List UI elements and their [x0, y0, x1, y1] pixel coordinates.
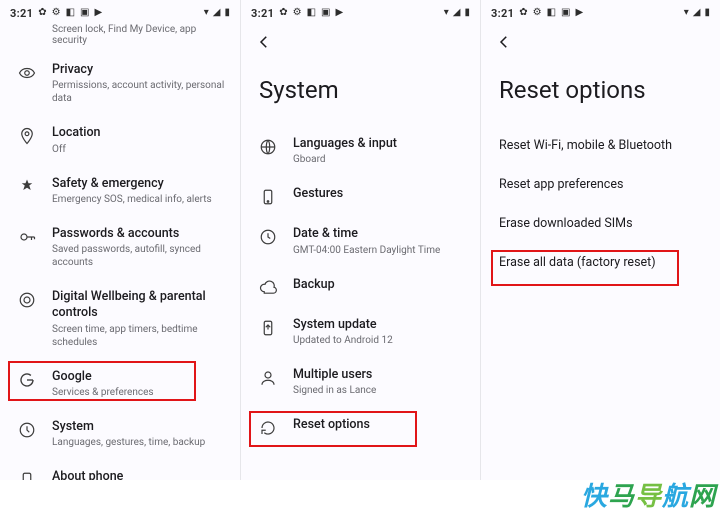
system-row-languages[interactable]: Languages & input Gboard	[241, 126, 480, 176]
wifi-icon: ▾	[204, 8, 209, 18]
row-title: Languages & input	[293, 136, 466, 152]
status-icon: ▶	[576, 8, 584, 18]
page-title: System	[241, 58, 480, 126]
google-icon	[18, 371, 36, 389]
backup-icon	[259, 279, 277, 297]
system-icon	[18, 421, 36, 439]
system-row-datetime[interactable]: Date & time GMT-04:00 Eastern Daylight T…	[241, 216, 480, 266]
row-subtitle: Off	[52, 143, 226, 156]
row-title: Digital Wellbeing & parental controls	[52, 289, 226, 322]
watermark: 快马导航网	[581, 476, 716, 513]
passwords-icon	[18, 228, 36, 246]
row-subtitle: Saved passwords, autofill, synced accoun…	[52, 243, 226, 269]
signal-icon: ◢	[213, 8, 221, 18]
row-title: Gestures	[293, 186, 466, 202]
row-subtitle: Permissions, account activity, personal …	[52, 79, 226, 105]
gestures-icon	[259, 188, 277, 206]
row-subtitle: Screen time, app timers, bedtime schedul…	[52, 323, 226, 349]
status-icon: ✿	[519, 8, 527, 18]
reset-row-wifi[interactable]: Reset Wi-Fi, mobile & Bluetooth	[481, 126, 720, 165]
status-icon: ▶	[336, 8, 344, 18]
settings-row-location[interactable]: Location Off	[0, 115, 240, 165]
battery-icon: ▮	[224, 8, 230, 18]
signal-icon: ◢	[453, 8, 461, 18]
row-title: Backup	[293, 277, 466, 293]
row-title: System update	[293, 317, 466, 333]
cutoff-subtitle: Screen lock, Find My Device, app securit…	[0, 24, 240, 52]
pane-reset-options: 3:21 ✿ ⚙ ◧ ▣ ▶ ▾ ◢ ▮ Reset options Reset…	[480, 0, 720, 480]
location-icon	[18, 127, 36, 145]
row-subtitle: Signed in as Lance	[293, 384, 466, 397]
reset-row-sims[interactable]: Erase downloaded SIMs	[481, 204, 720, 243]
row-title: Safety & emergency	[52, 176, 226, 192]
row-subtitle: Languages, gestures, time, backup	[52, 436, 226, 449]
row-title: Multiple users	[293, 367, 466, 383]
settings-row-privacy[interactable]: Privacy Permissions, account activity, p…	[0, 52, 240, 115]
privacy-icon	[18, 64, 36, 82]
row-title: System	[52, 419, 226, 435]
status-icon: ◧	[547, 8, 556, 18]
back-button[interactable]	[255, 33, 273, 51]
update-icon	[259, 319, 277, 337]
row-title: Passwords & accounts	[52, 226, 226, 242]
reset-row-app-prefs[interactable]: Reset app preferences	[481, 165, 720, 204]
status-icon: ▶	[95, 8, 103, 18]
languages-icon	[259, 138, 277, 156]
wellbeing-icon	[18, 291, 36, 309]
pane-system: 3:21 ✿ ⚙ ◧ ▣ ▶ ▾ ◢ ▮ System Languages & …	[240, 0, 480, 480]
status-icon: ✿	[279, 8, 287, 18]
status-icon: ✿	[38, 8, 46, 18]
signal-icon: ◢	[693, 8, 701, 18]
about-icon	[18, 471, 36, 480]
wifi-icon: ▾	[684, 8, 689, 18]
settings-row-about[interactable]: About phone Pixel 4a	[0, 459, 240, 480]
system-row-backup[interactable]: Backup	[241, 267, 480, 307]
battery-icon: ▮	[464, 8, 470, 18]
row-subtitle: Updated to Android 12	[293, 334, 466, 347]
reset-icon	[259, 419, 277, 437]
datetime-icon	[259, 228, 277, 246]
row-title: Reset options	[293, 417, 466, 433]
pane-settings: 3:21 ✿ ⚙ ◧ ▣ ▶ ▾ ◢ ▮ Screen lock, Find M…	[0, 0, 240, 480]
row-subtitle: GMT-04:00 Eastern Daylight Time	[293, 244, 466, 257]
status-icon: ▣	[561, 8, 570, 18]
status-icon: ◧	[307, 8, 316, 18]
system-row-update[interactable]: System update Updated to Android 12	[241, 307, 480, 357]
page-title: Reset options	[481, 58, 720, 126]
row-title: Date & time	[293, 226, 466, 242]
row-title: Privacy	[52, 62, 226, 78]
settings-row-safety[interactable]: Safety & emergency Emergency SOS, medica…	[0, 166, 240, 216]
system-row-reset[interactable]: Reset options	[241, 407, 480, 447]
status-icon: ◧	[66, 8, 75, 18]
status-bar: 3:21 ✿ ⚙ ◧ ▣ ▶ ▾ ◢ ▮	[241, 0, 480, 26]
status-bar: 3:21 ✿ ⚙ ◧ ▣ ▶ ▾ ◢ ▮	[0, 0, 240, 26]
row-subtitle: Emergency SOS, medical info, alerts	[52, 193, 226, 206]
settings-row-system[interactable]: System Languages, gestures, time, backup	[0, 409, 240, 459]
status-bar: 3:21 ✿ ⚙ ◧ ▣ ▶ ▾ ◢ ▮	[481, 0, 720, 26]
reset-row-factory-reset[interactable]: Erase all data (factory reset)	[481, 243, 720, 282]
wifi-icon: ▾	[444, 8, 449, 18]
safety-icon	[18, 178, 36, 196]
status-icon: ⚙	[293, 8, 302, 18]
status-icon: ⚙	[533, 8, 542, 18]
status-icon: ⚙	[52, 8, 61, 18]
status-icon: ▣	[80, 8, 89, 18]
status-clock: 3:21	[491, 7, 514, 20]
status-clock: 3:21	[251, 7, 274, 20]
back-button[interactable]	[495, 33, 513, 51]
system-row-gestures[interactable]: Gestures	[241, 176, 480, 216]
system-row-users[interactable]: Multiple users Signed in as Lance	[241, 357, 480, 407]
status-icon: ▣	[321, 8, 330, 18]
row-title: Google	[52, 369, 226, 385]
status-clock: 3:21	[10, 7, 33, 20]
users-icon	[259, 369, 277, 387]
battery-icon: ▮	[704, 8, 710, 18]
settings-row-google[interactable]: Google Services & preferences	[0, 359, 240, 409]
settings-row-passwords[interactable]: Passwords & accounts Saved passwords, au…	[0, 216, 240, 279]
row-subtitle: Services & preferences	[52, 386, 226, 399]
settings-row-wellbeing[interactable]: Digital Wellbeing & parental controls Sc…	[0, 279, 240, 359]
row-title: About phone	[52, 469, 226, 480]
row-title: Location	[52, 125, 226, 141]
row-subtitle: Gboard	[293, 153, 466, 166]
